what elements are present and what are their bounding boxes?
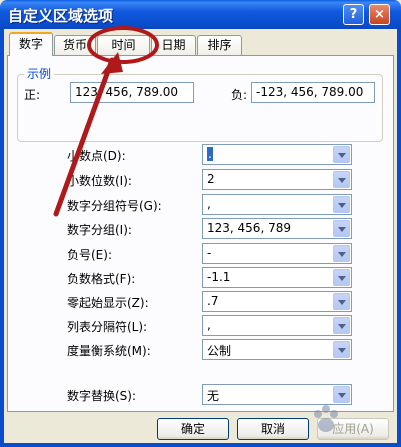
chevron-down-icon[interactable] (333, 245, 350, 262)
negative-sign-select[interactable]: - (202, 243, 352, 264)
ok-button[interactable]: 确定 (157, 418, 229, 440)
help-button[interactable]: ? (343, 4, 364, 25)
close-button[interactable]: × (369, 4, 390, 25)
tab-time[interactable]: 时间 (97, 35, 150, 55)
measurement-system-label: 度量衡系统(M): (67, 344, 151, 358)
example-legend: 示例 (24, 65, 55, 82)
measurement-system-select[interactable]: 公制 (202, 339, 352, 360)
chevron-down-icon[interactable] (333, 146, 350, 163)
negative-example-field: -123, 456, 789.00 (251, 82, 375, 103)
title-bar[interactable]: 自定义区域选项 ? × (0, 0, 401, 29)
negative-label: 负: (231, 88, 248, 102)
watermark-logo (314, 405, 338, 432)
decimal-digits-label: 小数位数(I): (67, 174, 132, 188)
grouping-symbol-value: , (207, 197, 211, 211)
decimal-digits-value: 2 (207, 172, 215, 186)
positive-label: 正: (24, 88, 41, 102)
digit-grouping-value: 123, 456, 789 (207, 221, 291, 235)
chevron-down-icon[interactable] (333, 196, 350, 213)
grouping-symbol-label: 数字分组符号(G): (67, 199, 162, 213)
positive-example-field: 123, 456, 789.00 (70, 82, 194, 103)
negative-format-value: -1.1 (207, 270, 231, 284)
digit-grouping-select[interactable]: 123, 456, 789 (202, 218, 352, 239)
help-icon: ? (349, 7, 358, 22)
window-frame-left (0, 29, 4, 447)
window-title: 自定义区域选项 (8, 7, 114, 25)
tab-sort[interactable]: 排序 (197, 35, 242, 55)
negative-sign-label: 负号(E): (67, 248, 112, 262)
chevron-down-icon[interactable] (333, 220, 350, 237)
decimal-symbol-value: . (207, 147, 213, 161)
chevron-down-icon[interactable] (333, 317, 350, 334)
leading-zero-label: 零起始显示(Z): (67, 296, 149, 310)
decimal-digits-select[interactable]: 2 (202, 169, 352, 190)
tab-currency[interactable]: 货币 (54, 35, 96, 55)
tab-numbers[interactable]: 数字 (9, 32, 53, 56)
chevron-down-icon[interactable] (333, 341, 350, 358)
chevron-down-icon[interactable] (333, 269, 350, 286)
cancel-button[interactable]: 取消 (237, 418, 309, 440)
negative-format-select[interactable]: -1.1 (202, 267, 352, 288)
decimal-symbol-select[interactable]: . (202, 144, 352, 165)
digit-substitution-label: 数字替换(S): (67, 389, 137, 403)
list-separator-select[interactable]: , (202, 315, 352, 336)
leading-zero-select[interactable]: .7 (202, 291, 352, 312)
leading-zero-value: .7 (207, 294, 219, 308)
negative-format-label: 负数格式(F): (67, 272, 136, 286)
list-separator-label: 列表分隔符(L): (67, 320, 148, 334)
digit-substitution-value: 无 (207, 389, 220, 403)
digit-grouping-label: 数字分组(I): (67, 223, 132, 237)
chevron-down-icon[interactable] (333, 171, 350, 188)
negative-sign-value: - (207, 246, 212, 260)
grouping-symbol-select[interactable]: , (202, 194, 352, 215)
close-icon: × (374, 7, 385, 22)
chevron-down-icon[interactable] (333, 293, 350, 310)
measurement-system-value: 公制 (207, 344, 232, 358)
list-separator-value: , (207, 318, 211, 332)
window-frame-right (397, 29, 401, 447)
decimal-symbol-label: 小数点(D): (67, 149, 126, 163)
tab-date[interactable]: 日期 (151, 35, 196, 55)
